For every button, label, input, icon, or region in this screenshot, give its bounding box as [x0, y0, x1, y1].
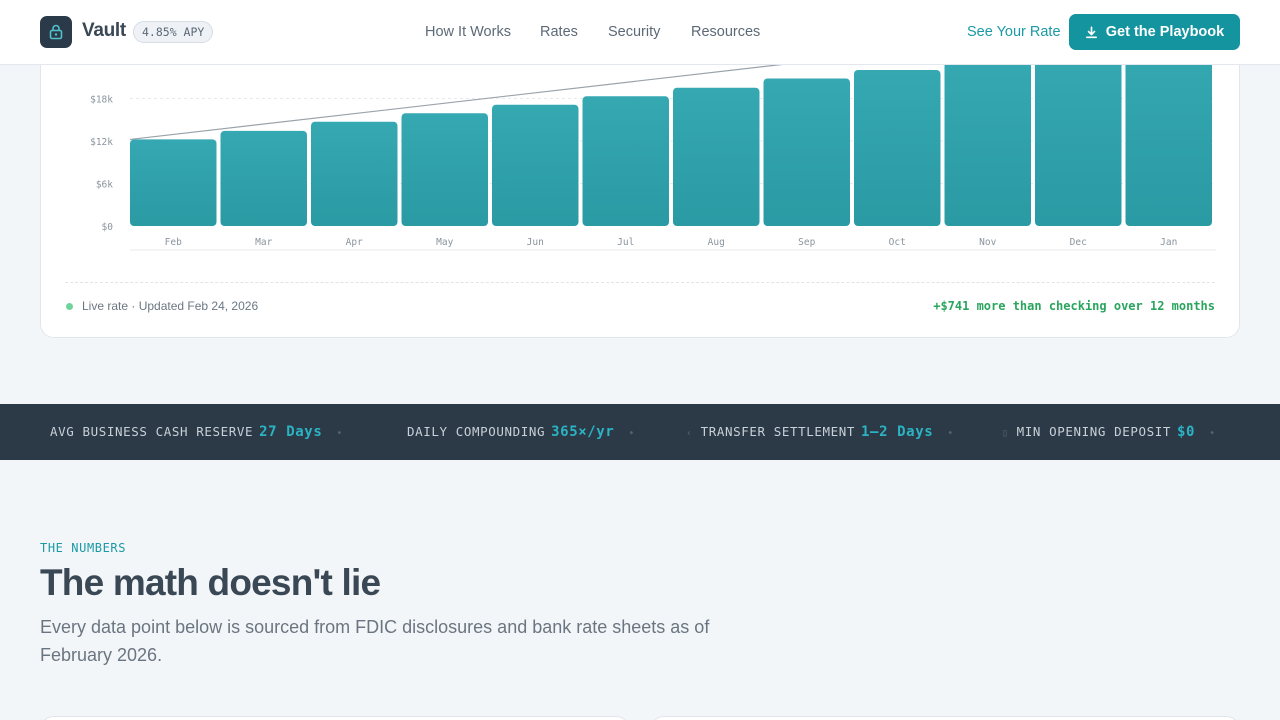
x-tick-label: Mar [255, 237, 272, 248]
get-playbook-label: Get the Playbook [1105, 24, 1225, 40]
stat-min-deposit: ▯ MIN OPENING DEPOSIT $0 • [1002, 424, 1216, 440]
nav-how-it-works[interactable]: How It Works [425, 24, 511, 40]
data-card-left [40, 716, 630, 720]
section-title: The math doesn't lie [40, 562, 381, 603]
stat-value: 365×/yr [551, 424, 615, 440]
bar-nov [944, 61, 1031, 226]
bar-jan [1125, 44, 1212, 226]
stat-value: 27 Days [259, 424, 323, 440]
separator-dot-icon: • [947, 428, 954, 439]
x-tick-label: Oct [889, 237, 906, 248]
bar-jul [582, 96, 669, 226]
section-eyebrow: THE NUMBERS [40, 541, 127, 555]
y-tick-label: $0 [102, 222, 114, 233]
stat-value: 1–2 Days [861, 424, 934, 440]
x-tick-label: Jan [1160, 237, 1177, 248]
see-your-rate-link[interactable]: See Your Rate [967, 24, 1061, 40]
y-tick-label: $6k [96, 180, 113, 191]
brand-name[interactable]: Vault [82, 20, 126, 42]
nav-security[interactable]: Security [608, 24, 660, 40]
bar-mar [220, 130, 307, 226]
stat-compounding: DAILY COMPOUNDING 365×/yr • [407, 424, 635, 440]
site-header: Vault 4.85% APY How It Works Rates Secur… [0, 0, 1280, 65]
get-playbook-button[interactable]: Get the Playbook [1069, 14, 1240, 50]
bar-dec [1035, 53, 1122, 226]
nav-resources[interactable]: Resources [691, 24, 760, 40]
gain-summary: +$741 more than checking over 12 months [933, 299, 1215, 313]
bar-oct [854, 70, 941, 226]
building-icon: ▯ [1002, 428, 1009, 439]
bar-aug [673, 87, 760, 226]
x-tick-label: Jul [617, 237, 634, 248]
x-tick-label: May [436, 237, 453, 248]
data-card-right [650, 716, 1240, 720]
stats-ticker: AVG BUSINESS CASH RESERVE 27 Days • DAILY … [0, 404, 1280, 460]
section-subtitle: Every data point below is sourced from F… [40, 617, 710, 665]
stat-value: $0 [1177, 424, 1196, 440]
x-tick-label: Sep [798, 237, 815, 248]
stat-settlement: ‹ TRANSFER SETTLEMENT 1–2 Days • [686, 424, 954, 440]
stat-cash-reserve: AVG BUSINESS CASH RESERVE 27 Days • [50, 424, 343, 440]
x-tick-label: Aug [708, 237, 725, 248]
bar-feb [130, 139, 217, 226]
x-tick-label: Dec [1070, 237, 1087, 248]
card-divider [65, 282, 1215, 283]
stat-label: AVG BUSINESS CASH RESERVE [50, 424, 254, 439]
separator-dot-icon: • [1209, 428, 1216, 439]
live-status-dot [66, 303, 73, 310]
stat-label: TRANSFER SETTLEMENT [700, 424, 856, 439]
y-tick-label: $18k [90, 95, 113, 106]
separator-dot-icon: • [336, 428, 343, 439]
download-icon [1085, 26, 1097, 38]
separator-dot-icon: • [628, 428, 635, 439]
stat-label: MIN OPENING DEPOSIT [1016, 424, 1172, 439]
bar-sep [763, 78, 850, 226]
lock-icon[interactable] [40, 16, 72, 48]
bar-may [401, 113, 488, 226]
bar-apr [311, 121, 398, 226]
nav-rates[interactable]: Rates [540, 24, 578, 40]
apy-badge: 4.85% APY [133, 21, 214, 43]
x-tick-label: Apr [346, 237, 363, 248]
arrow-icon: ‹ [686, 428, 693, 439]
x-tick-label: Feb [165, 237, 182, 248]
bar-jun [492, 104, 579, 226]
stat-label: DAILY COMPOUNDING [407, 424, 546, 439]
live-rate-status: Live rate · Updated Feb 24, 2026 [82, 299, 259, 313]
y-tick-label: $12k [90, 137, 113, 148]
x-tick-label: Jun [527, 237, 544, 248]
x-tick-label: Nov [979, 237, 996, 248]
